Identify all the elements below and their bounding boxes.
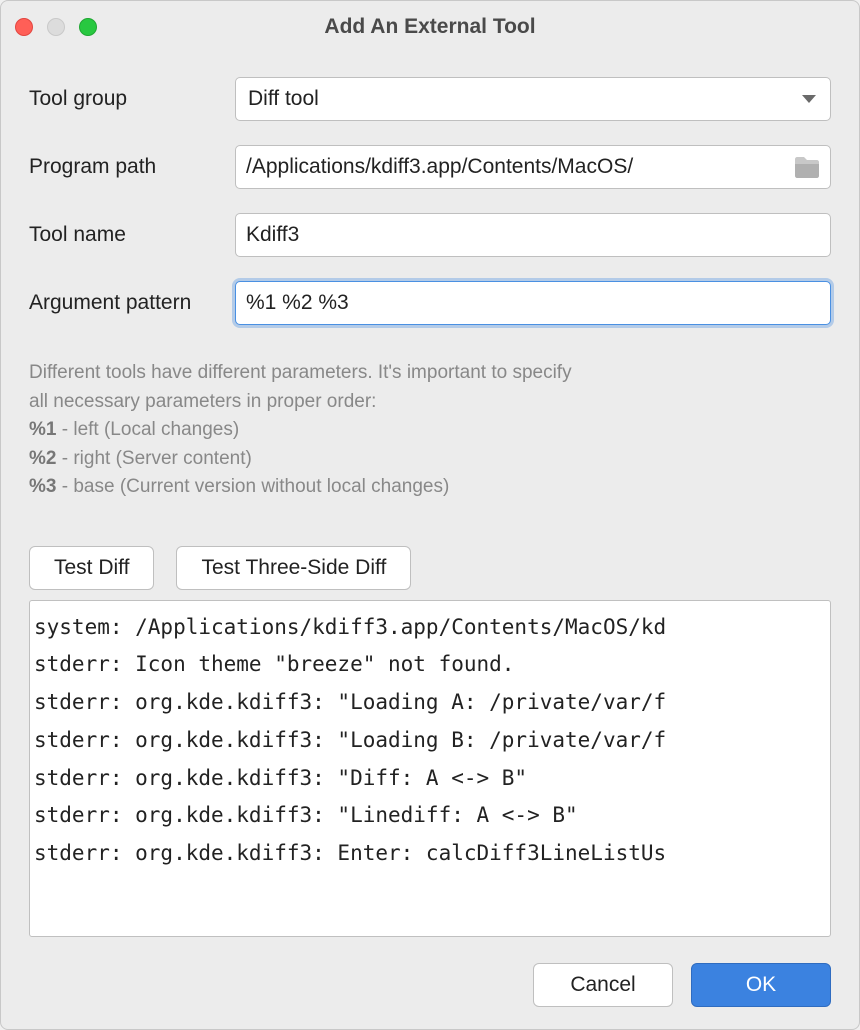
program-path-value: /Applications/kdiff3.app/Contents/MacOS/ (246, 155, 786, 179)
tool-group-label: Tool group (29, 87, 235, 111)
help-p2-desc: - right (Server content) (56, 448, 251, 469)
test-buttons: Test Diff Test Three-Side Diff (29, 546, 831, 590)
dialog-content: Tool group Diff tool Program path /Appli… (1, 53, 859, 949)
close-icon[interactable] (15, 18, 33, 36)
help-intro-2: all necessary parameters in proper order… (29, 391, 376, 412)
cancel-button[interactable]: Cancel (533, 963, 673, 1007)
argument-pattern-value: %1 %2 %3 (246, 291, 820, 315)
window-controls (15, 18, 97, 36)
dialog-title: Add An External Tool (1, 15, 859, 39)
help-p1-key: %1 (29, 419, 56, 440)
row-argument-pattern: Argument pattern %1 %2 %3 (29, 281, 831, 325)
folder-icon[interactable] (794, 156, 820, 178)
tool-name-input[interactable]: Kdiff3 (235, 213, 831, 257)
help-p3-desc: - base (Current version without local ch… (56, 476, 449, 497)
minimize-icon (47, 18, 65, 36)
test-three-side-diff-button[interactable]: Test Three-Side Diff (176, 546, 411, 590)
zoom-icon[interactable] (79, 18, 97, 36)
help-p1-desc: - left (Local changes) (56, 419, 239, 440)
tool-name-value: Kdiff3 (246, 223, 820, 247)
row-tool-name: Tool name Kdiff3 (29, 213, 831, 257)
tool-group-select[interactable]: Diff tool (235, 77, 831, 121)
help-intro-1: Different tools have different parameter… (29, 362, 572, 383)
argument-pattern-input[interactable]: %1 %2 %3 (235, 281, 831, 325)
program-path-input[interactable]: /Applications/kdiff3.app/Contents/MacOS/ (235, 145, 831, 189)
tool-group-value: Diff tool (248, 87, 319, 111)
test-diff-button[interactable]: Test Diff (29, 546, 154, 590)
dialog-footer: Cancel OK (1, 949, 859, 1029)
tool-name-label: Tool name (29, 223, 235, 247)
row-tool-group: Tool group Diff tool (29, 77, 831, 121)
row-program-path: Program path /Applications/kdiff3.app/Co… (29, 145, 831, 189)
argument-pattern-label: Argument pattern (29, 291, 235, 315)
dialog-window: Add An External Tool Tool group Diff too… (0, 0, 860, 1030)
help-text: Different tools have different parameter… (29, 359, 831, 502)
output-log[interactable]: system: /Applications/kdiff3.app/Content… (29, 600, 831, 938)
help-p3-key: %3 (29, 476, 56, 497)
program-path-label: Program path (29, 155, 235, 179)
ok-button[interactable]: OK (691, 963, 831, 1007)
help-p2-key: %2 (29, 448, 56, 469)
titlebar: Add An External Tool (1, 1, 859, 53)
